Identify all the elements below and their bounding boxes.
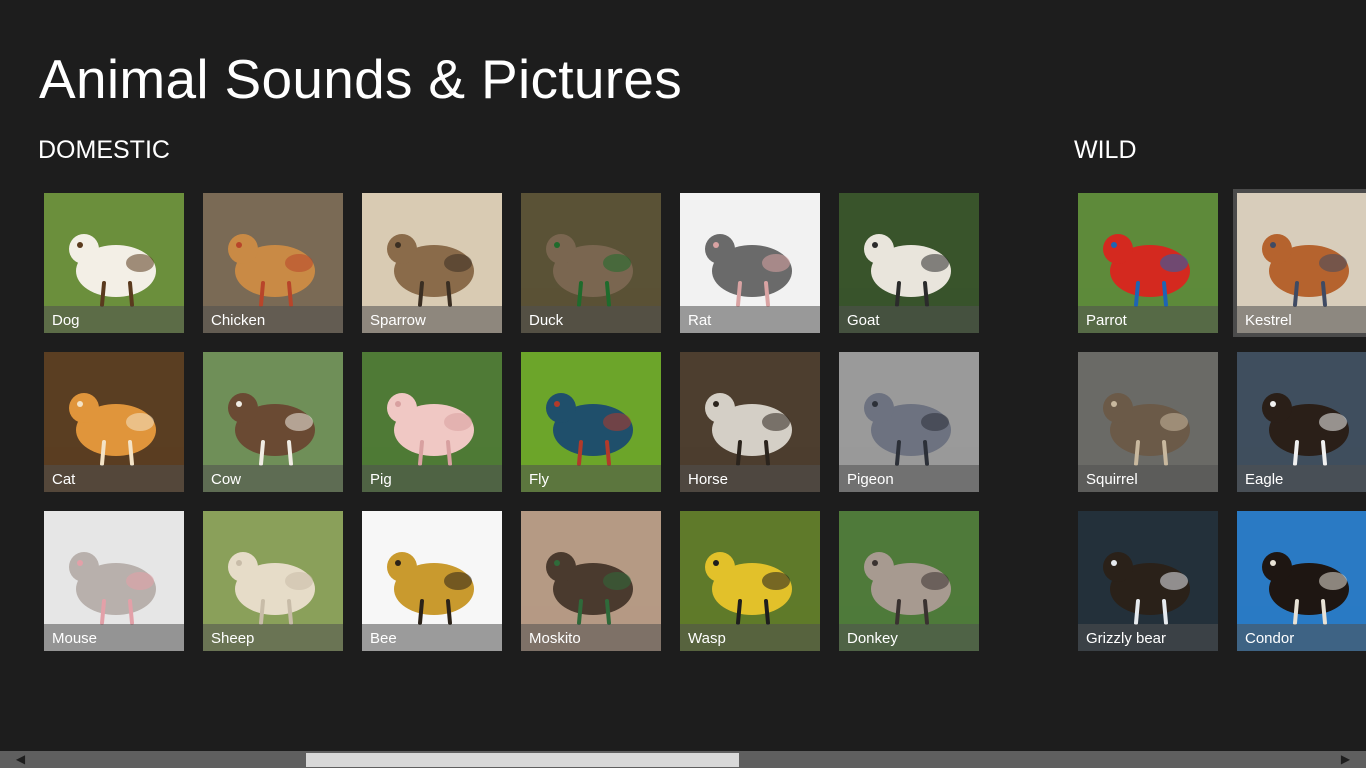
tile-label: Horse	[688, 471, 729, 488]
tile-parrot[interactable]: Parrot	[1078, 193, 1218, 333]
tile-label: Parrot	[1086, 312, 1127, 329]
domestic-grid: Dog Chicken Sparrow Duck Rat Goat Cat Cow Pig Fly…	[44, 193, 979, 651]
tile-label: Moskito	[529, 630, 581, 647]
tile-label: Grizzly bear	[1086, 630, 1167, 647]
right-arrow-icon[interactable]: ▶	[1337, 751, 1354, 768]
tile-label: Kestrel	[1245, 312, 1292, 329]
tile-label: Dog	[52, 312, 80, 329]
tile-label: Rat	[688, 312, 712, 329]
tile-moskito[interactable]: Moskito	[521, 511, 661, 651]
tile-label: Sparrow	[370, 312, 426, 329]
tile-sheep[interactable]: Sheep	[203, 511, 343, 651]
tile-label: Pig	[370, 471, 392, 488]
tile-goat[interactable]: Goat	[839, 193, 979, 333]
section-title-wild: WILD	[1074, 136, 1137, 164]
tile-wasp[interactable]: Wasp	[680, 511, 820, 651]
tile-label: Squirrel	[1086, 471, 1138, 488]
tile-label: Pigeon	[847, 471, 894, 488]
tile-label: Fly	[529, 471, 549, 488]
tile-cow[interactable]: Cow	[203, 352, 343, 492]
tile-label: Bee	[370, 630, 397, 647]
tile-squirrel[interactable]: Squirrel	[1078, 352, 1218, 492]
tile-sparrow[interactable]: Sparrow	[362, 193, 502, 333]
horizontal-scrollbar[interactable]: ◀ ▶	[0, 751, 1366, 768]
wild-grid: Parrot Kestrel Squirrel Eagle Grizzly bear Co…	[1078, 189, 1366, 651]
tile-label: Goat	[847, 312, 880, 329]
tile-bee[interactable]: Bee	[362, 511, 502, 651]
tile-fly[interactable]: Fly	[521, 352, 661, 492]
tile-rat[interactable]: Rat	[680, 193, 820, 333]
left-arrow-icon[interactable]: ◀	[12, 751, 29, 768]
tile-label: Condor	[1245, 630, 1295, 647]
tile-label: Mouse	[52, 630, 98, 647]
tile-label: Duck	[529, 312, 564, 329]
tile-grizzly-bear[interactable]: Grizzly bear	[1078, 511, 1218, 651]
tile-pigeon[interactable]: Pigeon	[839, 352, 979, 492]
tile-label: Cow	[211, 471, 242, 488]
tile-label: Chicken	[211, 312, 266, 329]
tile-duck[interactable]: Duck	[521, 193, 661, 333]
tile-horse[interactable]: Horse	[680, 352, 820, 492]
tile-kestrel[interactable]: Kestrel	[1233, 189, 1366, 337]
section-title-domestic: DOMESTIC	[38, 136, 170, 164]
tile-pig[interactable]: Pig	[362, 352, 502, 492]
tile-label: Eagle	[1245, 471, 1284, 488]
tile-dog[interactable]: Dog	[44, 193, 184, 333]
tile-condor[interactable]: Condor	[1237, 511, 1366, 651]
tile-donkey[interactable]: Donkey	[839, 511, 979, 651]
scrollbar-thumb[interactable]	[306, 753, 739, 767]
tile-label: Cat	[52, 471, 76, 488]
tile-chicken[interactable]: Chicken	[203, 193, 343, 333]
tile-label: Donkey	[847, 630, 898, 647]
page-title: Animal Sounds & Pictures	[39, 48, 683, 110]
tile-eagle[interactable]: Eagle	[1237, 352, 1366, 492]
tile-cat[interactable]: Cat	[44, 352, 184, 492]
tile-mouse[interactable]: Mouse	[44, 511, 184, 651]
tile-label: Sheep	[211, 630, 255, 647]
tile-label: Wasp	[688, 630, 726, 647]
